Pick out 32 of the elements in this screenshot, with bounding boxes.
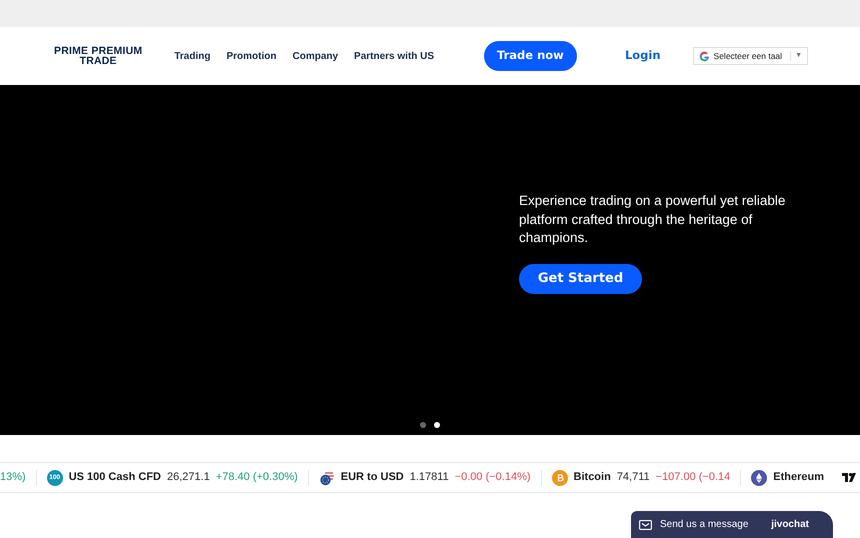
hero-text: Experience trading on a powerful yet reliable platform crafted through the heritage of champions.	[519, 192, 786, 247]
ticker-name[interactable]: Ethereum	[773, 469, 824, 486]
ticker-change: 13%)	[0, 470, 26, 486]
nav-link[interactable]: Partners with US	[354, 48, 434, 64]
trade-now-button[interactable]: Trade now	[484, 41, 577, 71]
ticker-change: −0.00 (−0.14%)	[454, 470, 531, 486]
ticker-price: 1.17811	[410, 470, 449, 486]
get-started-button[interactable]: Get Started	[519, 264, 642, 294]
currency-flags-icon	[318, 470, 335, 486]
ticker-change: +78.40 (+0.30%)	[216, 470, 298, 486]
google-g-icon	[698, 50, 710, 62]
ticker-price: 74,711	[616, 470, 650, 486]
envelope-icon	[639, 520, 652, 530]
bitcoin-icon	[552, 470, 568, 486]
login-link[interactable]: Login	[624, 47, 661, 65]
ticker-price: 26,271.1	[167, 470, 210, 486]
ethereum-icon	[751, 470, 768, 486]
nav-link[interactable]: Promotion	[226, 48, 276, 64]
ticker-name[interactable]: EUR to USD	[340, 469, 404, 486]
chart-logo-icon	[842, 473, 856, 482]
logo-line: PRIME PREMIUM	[54, 46, 142, 56]
chat-label: Send us a message	[660, 518, 748, 532]
nav-link[interactable]: Company	[292, 48, 338, 64]
chat-widget[interactable]: Send us a message jivochat	[631, 511, 833, 538]
carousel-dot[interactable]	[420, 422, 426, 428]
ticker-name[interactable]: US 100 Cash CFD	[68, 469, 161, 486]
logo-line: TRADE	[78, 56, 118, 66]
carousel-dot[interactable]	[434, 422, 440, 428]
ticker-change: −107.00 (−0.14	[656, 470, 730, 486]
chat-brand: jivochat	[771, 518, 809, 532]
nav-link[interactable]: Trading	[174, 48, 210, 64]
ticker-name[interactable]: Bitcoin	[574, 469, 611, 486]
